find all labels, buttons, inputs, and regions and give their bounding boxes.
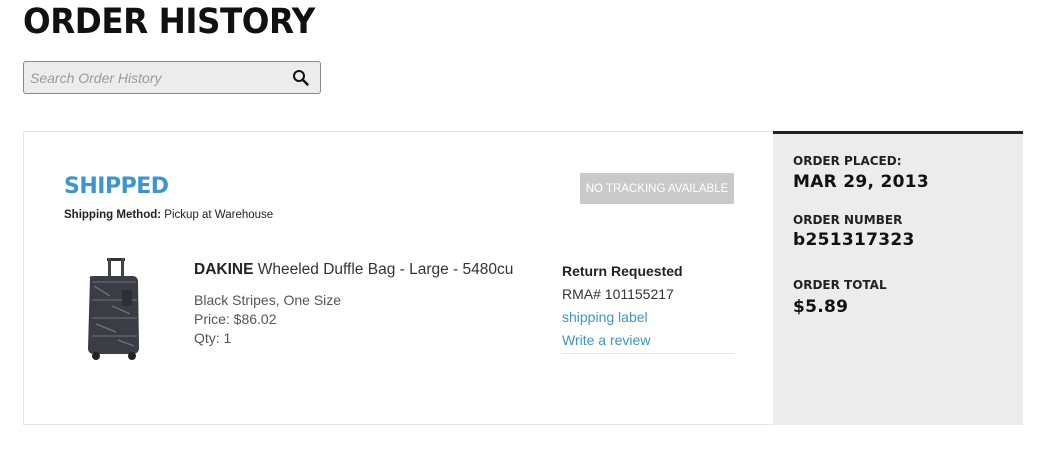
product-qty: Qty: 1 xyxy=(194,330,232,346)
order-number-value: b251317323 xyxy=(793,230,915,250)
order-placed-label: ORDER PLACED: xyxy=(793,154,902,168)
order-placed-value: MAR 29, 2013 xyxy=(793,172,930,192)
tracking-button[interactable]: NO TRACKING AVAILABLE xyxy=(580,173,734,204)
rma-number: RMA# 101155217 xyxy=(562,286,674,302)
order-status: SHIPPED xyxy=(64,174,169,199)
product-title[interactable]: DAKINE Wheeled Duffle Bag - Large - 5480… xyxy=(194,261,513,279)
product-name: Wheeled Duffle Bag - Large - 5480cu xyxy=(257,261,514,278)
divider xyxy=(562,353,734,354)
write-review-link[interactable]: Write a review xyxy=(562,329,734,352)
page-title: ORDER HISTORY xyxy=(23,2,315,42)
product-price: Price: $86.02 xyxy=(194,311,277,327)
search-icon[interactable] xyxy=(292,69,310,87)
search-box xyxy=(23,61,321,94)
product-meta: Black Stripes, One Size Price: $86.02 Qt… xyxy=(194,291,341,348)
order-total-value: $5.89 xyxy=(793,297,849,317)
shipping-method-value: Pickup at Warehouse xyxy=(164,209,274,221)
search-input[interactable] xyxy=(30,62,280,93)
order-card: SHIPPED Shipping Method: Pickup at Wareh… xyxy=(23,131,1023,425)
shipping-method: Shipping Method: Pickup at Warehouse xyxy=(64,209,273,221)
order-summary: ORDER PLACED: MAR 29, 2013 ORDER NUMBER … xyxy=(773,131,1023,425)
product-brand: DAKINE xyxy=(194,261,254,278)
return-title: Return Requested xyxy=(562,263,683,279)
shipping-method-label: Shipping Method: xyxy=(64,209,162,221)
product-variant: Black Stripes, One Size xyxy=(194,292,342,308)
duffle-bag-image[interactable] xyxy=(82,256,142,362)
order-total-label: ORDER TOTAL xyxy=(793,278,887,292)
shipping-label-link[interactable]: shipping label xyxy=(562,306,734,329)
return-block: Return Requested RMA# 101155217 shipping… xyxy=(562,260,734,354)
order-number-label: ORDER NUMBER xyxy=(793,213,903,227)
